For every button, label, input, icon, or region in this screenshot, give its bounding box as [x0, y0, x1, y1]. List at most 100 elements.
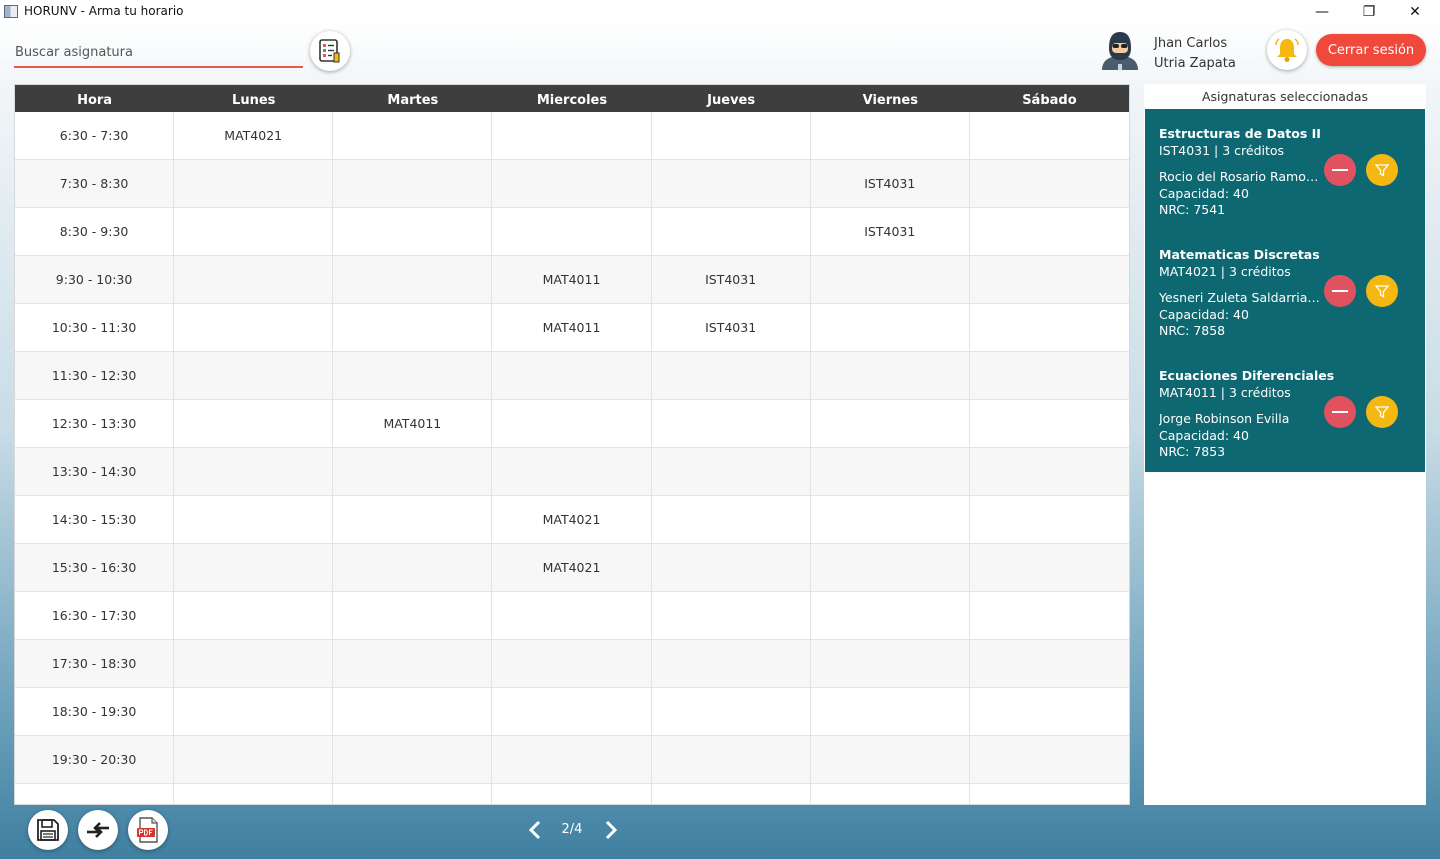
- schedule-cell[interactable]: MAT4011: [492, 304, 652, 351]
- schedule-cell[interactable]: [811, 592, 970, 639]
- schedule-cell[interactable]: [970, 352, 1129, 399]
- schedule-cell[interactable]: [652, 400, 811, 447]
- remove-course-button[interactable]: [1324, 275, 1356, 307]
- schedule-cell[interactable]: [174, 544, 334, 591]
- subject-list-button[interactable]: [310, 31, 350, 71]
- schedule-cell[interactable]: IST4031: [652, 256, 811, 303]
- schedule-cell[interactable]: [652, 736, 811, 783]
- maximize-button[interactable]: ❐: [1346, 0, 1392, 24]
- export-pdf-button[interactable]: [128, 810, 168, 850]
- notifications-button[interactable]: [1267, 30, 1307, 70]
- schedule-cell[interactable]: [811, 496, 970, 543]
- schedule-cell[interactable]: [174, 688, 334, 735]
- schedule-cell[interactable]: [811, 400, 970, 447]
- chevron-right-icon[interactable]: [598, 818, 622, 842]
- schedule-cell[interactable]: IST4031: [811, 208, 970, 255]
- schedule-cell[interactable]: [333, 784, 493, 804]
- schedule-cell[interactable]: [652, 496, 811, 543]
- schedule-cell[interactable]: [652, 640, 811, 687]
- search-input[interactable]: [14, 38, 303, 66]
- schedule-cell[interactable]: [811, 688, 970, 735]
- schedule-cell[interactable]: [492, 688, 652, 735]
- filter-course-button[interactable]: [1366, 275, 1398, 307]
- schedule-cell[interactable]: [492, 592, 652, 639]
- remove-course-button[interactable]: [1324, 154, 1356, 186]
- schedule-cell[interactable]: [970, 448, 1129, 495]
- schedule-cell[interactable]: [333, 688, 493, 735]
- schedule-cell[interactable]: [174, 256, 334, 303]
- schedule-cell[interactable]: [174, 400, 334, 447]
- schedule-cell[interactable]: [492, 448, 652, 495]
- schedule-cell[interactable]: [333, 736, 493, 783]
- swap-button[interactable]: [78, 810, 118, 850]
- schedule-cell[interactable]: [492, 352, 652, 399]
- schedule-cell[interactable]: [333, 544, 493, 591]
- schedule-cell[interactable]: [970, 400, 1129, 447]
- schedule-cell[interactable]: [174, 352, 334, 399]
- schedule-cell[interactable]: [333, 448, 493, 495]
- remove-course-button[interactable]: [1324, 396, 1356, 428]
- schedule-cell[interactable]: [811, 352, 970, 399]
- schedule-cell[interactable]: [174, 160, 334, 207]
- schedule-cell[interactable]: [652, 592, 811, 639]
- schedule-cell[interactable]: MAT4011: [492, 256, 652, 303]
- schedule-cell[interactable]: [492, 208, 652, 255]
- schedule-cell[interactable]: [492, 736, 652, 783]
- schedule-cell[interactable]: [174, 208, 334, 255]
- schedule-cell[interactable]: [652, 112, 811, 159]
- schedule-cell[interactable]: [970, 736, 1129, 783]
- schedule-cell[interactable]: [970, 112, 1129, 159]
- schedule-cell[interactable]: [333, 496, 493, 543]
- schedule-cell[interactable]: [811, 304, 970, 351]
- schedule-cell[interactable]: [811, 256, 970, 303]
- schedule-cell[interactable]: [333, 304, 493, 351]
- filter-course-button[interactable]: [1366, 154, 1398, 186]
- schedule-cell[interactable]: [970, 304, 1129, 351]
- filter-course-button[interactable]: [1366, 396, 1398, 428]
- schedule-cell[interactable]: [652, 160, 811, 207]
- schedule-cell[interactable]: [174, 496, 334, 543]
- schedule-cell[interactable]: [970, 496, 1129, 543]
- save-button[interactable]: [28, 810, 68, 850]
- schedule-cell[interactable]: [970, 640, 1129, 687]
- schedule-cell[interactable]: [970, 592, 1129, 639]
- schedule-cell[interactable]: [652, 448, 811, 495]
- schedule-cell[interactable]: [811, 640, 970, 687]
- schedule-cell[interactable]: [174, 304, 334, 351]
- schedule-cell[interactable]: [970, 544, 1129, 591]
- schedule-cell[interactable]: [174, 448, 334, 495]
- schedule-cell[interactable]: [174, 784, 334, 804]
- schedule-cell[interactable]: [652, 784, 811, 804]
- schedule-cell[interactable]: MAT4021: [492, 544, 652, 591]
- schedule-cell[interactable]: [333, 592, 493, 639]
- schedule-cell[interactable]: [333, 208, 493, 255]
- schedule-cell[interactable]: [492, 112, 652, 159]
- schedule-cell[interactable]: MAT4021: [492, 496, 652, 543]
- schedule-cell[interactable]: [333, 352, 493, 399]
- schedule-cell[interactable]: [333, 112, 493, 159]
- schedule-cell[interactable]: [333, 160, 493, 207]
- schedule-cell[interactable]: IST4031: [811, 160, 970, 207]
- schedule-cell[interactable]: [333, 640, 493, 687]
- schedule-cell[interactable]: [492, 640, 652, 687]
- schedule-cell[interactable]: [970, 208, 1129, 255]
- schedule-cell[interactable]: [970, 784, 1129, 804]
- schedule-cell[interactable]: [652, 352, 811, 399]
- schedule-cell[interactable]: [811, 448, 970, 495]
- schedule-cell[interactable]: [652, 544, 811, 591]
- schedule-cell[interactable]: [174, 592, 334, 639]
- close-button[interactable]: ✕: [1392, 0, 1438, 24]
- schedule-cell[interactable]: [492, 784, 652, 804]
- schedule-cell[interactable]: [174, 736, 334, 783]
- schedule-cell[interactable]: MAT4011: [333, 400, 493, 447]
- schedule-cell[interactable]: [970, 160, 1129, 207]
- schedule-cell[interactable]: [652, 688, 811, 735]
- schedule-cell[interactable]: MAT4021: [174, 112, 334, 159]
- schedule-cell[interactable]: [970, 256, 1129, 303]
- chevron-left-icon[interactable]: [524, 818, 548, 842]
- schedule-cell[interactable]: [492, 400, 652, 447]
- schedule-cell[interactable]: [652, 208, 811, 255]
- schedule-cell[interactable]: [492, 160, 652, 207]
- schedule-cell[interactable]: IST4031: [652, 304, 811, 351]
- schedule-cell[interactable]: [970, 688, 1129, 735]
